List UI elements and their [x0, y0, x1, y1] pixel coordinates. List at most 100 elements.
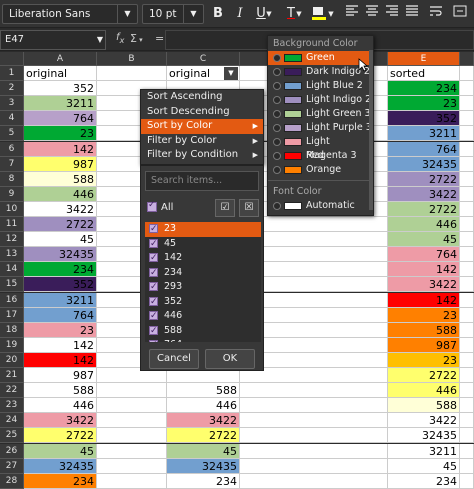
select-all-button[interactable]: ☑ [215, 199, 235, 217]
chevron-down-icon[interactable]: ▼ [183, 5, 203, 23]
cell-f[interactable] [460, 277, 474, 293]
value-list-item[interactable]: 764 [145, 338, 261, 342]
cell-d[interactable] [240, 473, 388, 489]
cell-e[interactable]: 3422 [388, 277, 460, 293]
cell-e[interactable]: 3422 [388, 186, 460, 202]
cell-f[interactable] [460, 383, 474, 399]
filter-by-condition-item[interactable]: Filter by Condition ▶ [141, 148, 263, 163]
column-header-b[interactable]: B [97, 52, 167, 66]
cell-e[interactable]: 23 [388, 307, 460, 323]
cell-a[interactable]: 3211 [24, 292, 97, 308]
cell-a[interactable]: 23 [24, 322, 97, 338]
cell-c[interactable]: 446 [167, 398, 240, 414]
cell-f[interactable] [460, 368, 474, 383]
cell-b[interactable] [97, 398, 167, 414]
cell-f[interactable] [460, 262, 474, 278]
font-name-combo[interactable]: Liberation Sans ▼ [2, 4, 138, 24]
row-header[interactable]: 3 [0, 96, 24, 112]
row-header[interactable]: 2 [0, 81, 24, 97]
cell-b[interactable] [97, 413, 167, 429]
cell-f[interactable] [460, 66, 474, 81]
cell-f[interactable] [460, 81, 474, 97]
row-header[interactable]: 7 [0, 156, 24, 172]
cell-a[interactable]: 2722 [24, 428, 97, 444]
cell-f[interactable] [460, 126, 474, 142]
cell-a[interactable]: 3422 [24, 201, 97, 217]
filter-by-color-item[interactable]: Filter by Color ▶ [141, 134, 263, 149]
cancel-button[interactable]: Cancel [149, 349, 199, 369]
cell-f[interactable] [460, 201, 474, 217]
cell-c[interactable]: 2722 [167, 428, 240, 444]
select-all-corner[interactable] [0, 52, 24, 66]
cell-e[interactable]: 3211 [388, 443, 460, 459]
cell-f[interactable] [460, 307, 474, 323]
color-option[interactable]: Light Purple 3 [268, 121, 373, 135]
cell-a[interactable]: 142 [24, 141, 97, 157]
sort-by-color-item[interactable]: Sort by Color ▶ [141, 119, 263, 134]
cell-e[interactable]: 446 [388, 383, 460, 399]
column-header-f[interactable] [460, 52, 474, 66]
cell-a[interactable]: 45 [24, 443, 97, 459]
cell-b[interactable] [97, 428, 167, 444]
wrap-text-icon[interactable] [426, 5, 446, 23]
cell-d[interactable] [240, 413, 388, 429]
cell-a[interactable]: 142 [24, 352, 97, 368]
row-header[interactable]: 19 [0, 337, 24, 353]
cell-f[interactable] [460, 96, 474, 112]
cell-f[interactable] [460, 413, 474, 429]
chevron-down-icon[interactable]: ▼ [117, 5, 137, 23]
value-list-item[interactable]: 352 [145, 295, 261, 309]
cell-b[interactable] [97, 443, 167, 459]
row-header[interactable]: 12 [0, 232, 24, 248]
cell-a[interactable]: 588 [24, 383, 97, 399]
cell-f[interactable] [460, 217, 474, 232]
value-list-item[interactable]: 588 [145, 324, 261, 338]
cell-e[interactable]: 987 [388, 337, 460, 353]
row-header[interactable]: 5 [0, 126, 24, 142]
chevron-down-icon[interactable]: ▼ [264, 5, 274, 23]
cell-e[interactable]: 234 [388, 81, 460, 97]
cell-a[interactable]: 3422 [24, 413, 97, 429]
function-wizard-icon[interactable]: fx [116, 32, 124, 45]
cell-a[interactable]: 234 [24, 473, 97, 489]
cell-f[interactable] [460, 352, 474, 368]
row-header[interactable]: 10 [0, 201, 24, 217]
cell-e[interactable]: 45 [388, 232, 460, 248]
cell-d[interactable] [240, 428, 388, 444]
cell-f[interactable] [460, 111, 474, 127]
cell-a[interactable]: 234 [24, 262, 97, 278]
color-option[interactable]: Red [268, 149, 373, 163]
cell-c[interactable]: 45 [167, 443, 240, 459]
cell-f[interactable] [460, 428, 474, 444]
cell-b[interactable] [97, 473, 167, 489]
cell-f[interactable] [460, 232, 474, 248]
cell-e[interactable]: 446 [388, 217, 460, 232]
cell-e[interactable]: 142 [388, 262, 460, 278]
merge-cells-icon[interactable] [450, 5, 470, 23]
color-option[interactable]: Orange [268, 163, 373, 177]
cell-a[interactable]: 764 [24, 111, 97, 127]
cell-e[interactable]: 764 [388, 141, 460, 157]
cell-e[interactable]: 23 [388, 352, 460, 368]
cell-f[interactable] [460, 473, 474, 489]
cell-f[interactable] [460, 443, 474, 459]
value-list-item[interactable]: 45 [145, 237, 261, 251]
value-list-item[interactable]: 446 [145, 309, 261, 324]
row-header[interactable]: 21 [0, 368, 24, 383]
bold-button[interactable]: B [208, 5, 228, 23]
cell-e[interactable]: 142 [388, 292, 460, 308]
justify-icon[interactable] [402, 5, 422, 23]
value-list-item[interactable]: 293 [145, 280, 261, 295]
color-option[interactable]: Light Blue 2 [268, 79, 373, 93]
cell-e[interactable]: sorted [388, 66, 460, 81]
cell-e[interactable]: 234 [388, 473, 460, 489]
row-header[interactable]: 17 [0, 307, 24, 323]
cell-f[interactable] [460, 337, 474, 353]
row-header[interactable]: 25 [0, 428, 24, 444]
chevron-down-icon[interactable]: ▼ [294, 5, 304, 23]
color-option[interactable]: Light Indigo 2 [268, 93, 373, 107]
row-header[interactable]: 4 [0, 111, 24, 127]
align-center-icon[interactable] [362, 5, 382, 23]
cell-a[interactable]: 3211 [24, 96, 97, 112]
row-header[interactable]: 23 [0, 398, 24, 414]
